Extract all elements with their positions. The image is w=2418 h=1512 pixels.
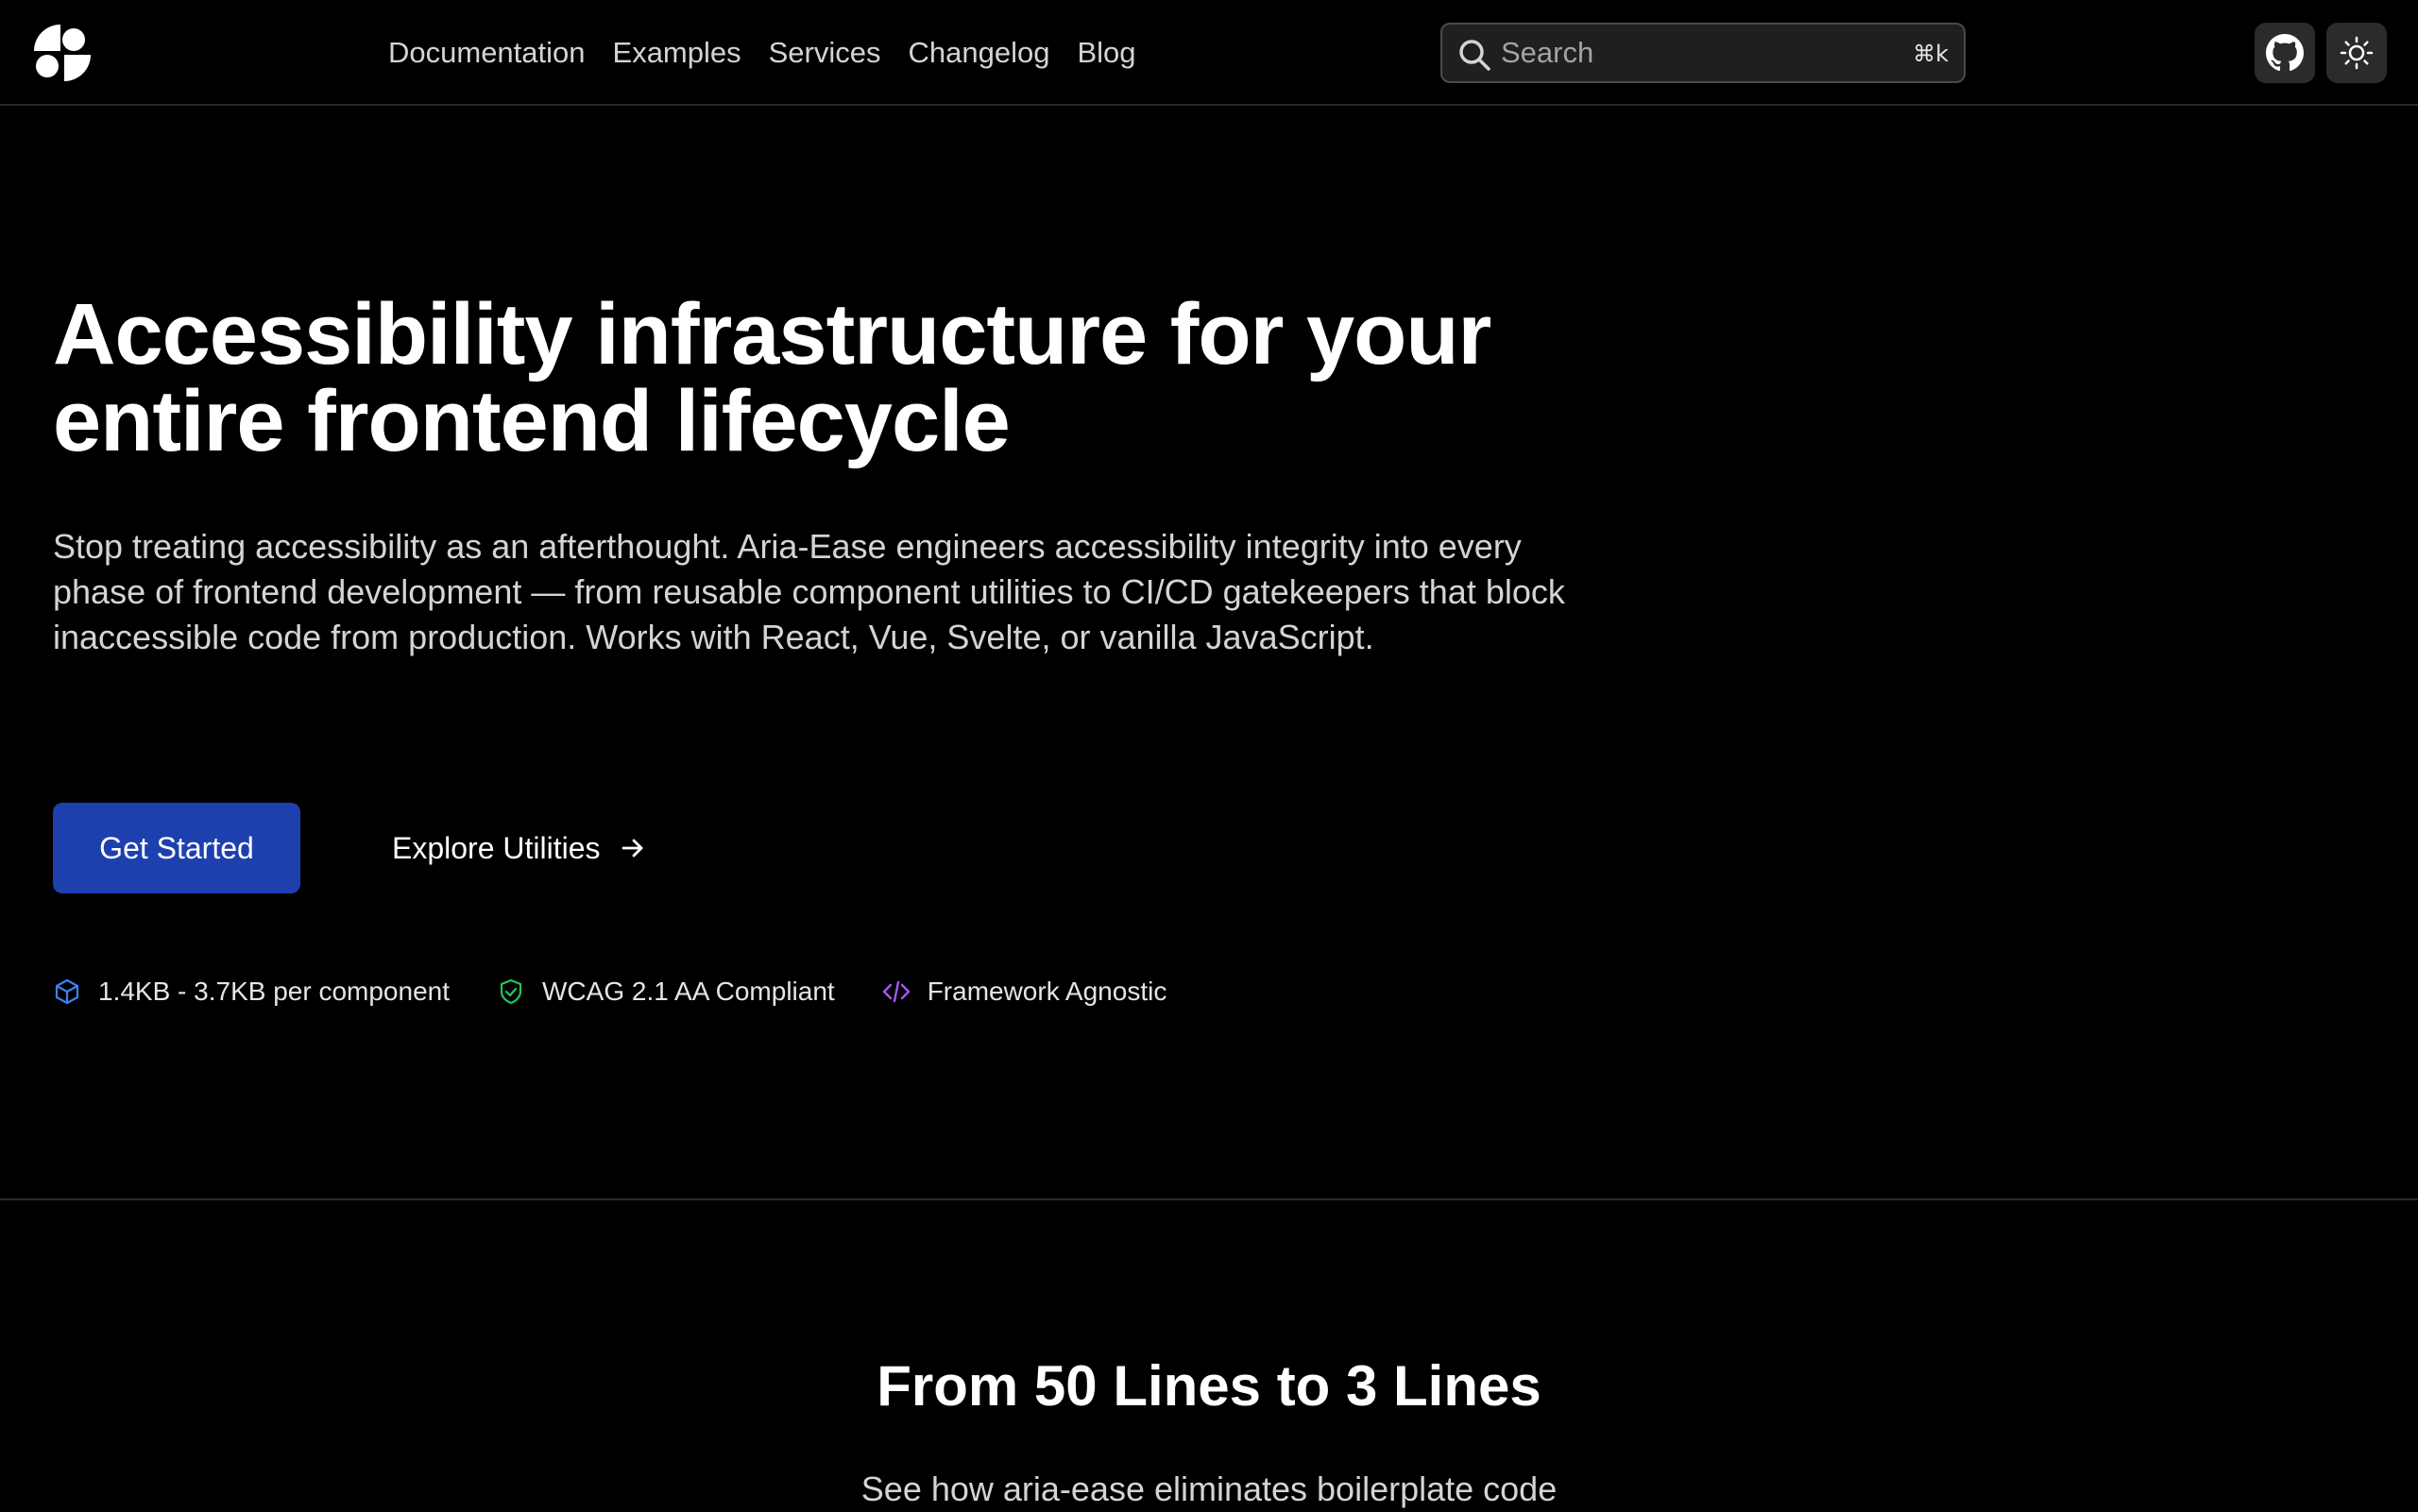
feature-framework: Framework Agnostic [882, 977, 1167, 1007]
hero-title-line-2: entire frontend lifecycle [53, 373, 1011, 469]
hero-title: Accessibility infrastructure for your en… [53, 291, 1602, 465]
section-title: From 50 Lines to 3 Lines [877, 1354, 1541, 1418]
theme-toggle-button[interactable] [2326, 23, 2387, 83]
get-started-button[interactable]: Get Started [53, 803, 300, 893]
shield-check-icon [500, 978, 522, 1005]
feature-wcag: WCAG 2.1 AA Compliant [497, 977, 835, 1007]
feature-size: 1.4KB - 3.7KB per component [53, 977, 450, 1007]
feature-size-label: 1.4KB - 3.7KB per component [98, 977, 450, 1006]
explore-utilities-label: Explore Utilities [392, 830, 601, 865]
feature-highlights: 1.4KB - 3.7KB per component WCAG 2.1 AA … [53, 973, 1214, 1011]
hero-description: Stop treating accessibility as an aftert… [53, 527, 1565, 656]
cube-icon [55, 978, 79, 1005]
nav-link-services[interactable]: Services [769, 36, 881, 70]
nav-link-examples[interactable]: Examples [613, 36, 741, 70]
main-nav: Documentation Examples Services Changelo… [388, 0, 1164, 106]
top-navbar: Documentation Examples Services Changelo… [0, 0, 2418, 106]
sun-icon [2340, 36, 2374, 70]
explore-utilities-link[interactable]: Explore Utilities [392, 822, 646, 875]
section-divider [0, 1198, 2418, 1200]
nav-link-documentation[interactable]: Documentation [388, 36, 586, 70]
arrow-right-icon [622, 839, 642, 858]
github-button[interactable] [2255, 23, 2315, 83]
feature-framework-label: Framework Agnostic [927, 977, 1167, 1006]
search-box[interactable]: ⌘k [1440, 23, 1966, 83]
aria-ease-logo-icon[interactable] [32, 23, 93, 83]
section-subtitle: See how aria-ease eliminates boilerplate… [860, 1470, 1558, 1508]
search-shortcut: ⌘k [1913, 41, 1949, 67]
nav-link-blog[interactable]: Blog [1077, 36, 1135, 70]
github-icon [2266, 34, 2304, 72]
search-icon [1459, 40, 1490, 71]
hero-title-line-1: Accessibility infrastructure for your [53, 286, 1491, 382]
code-icon [882, 980, 910, 1003]
search-input[interactable] [1501, 32, 1879, 74]
feature-wcag-label: WCAG 2.1 AA Compliant [542, 977, 835, 1006]
nav-link-changelog[interactable]: Changelog [909, 36, 1050, 70]
